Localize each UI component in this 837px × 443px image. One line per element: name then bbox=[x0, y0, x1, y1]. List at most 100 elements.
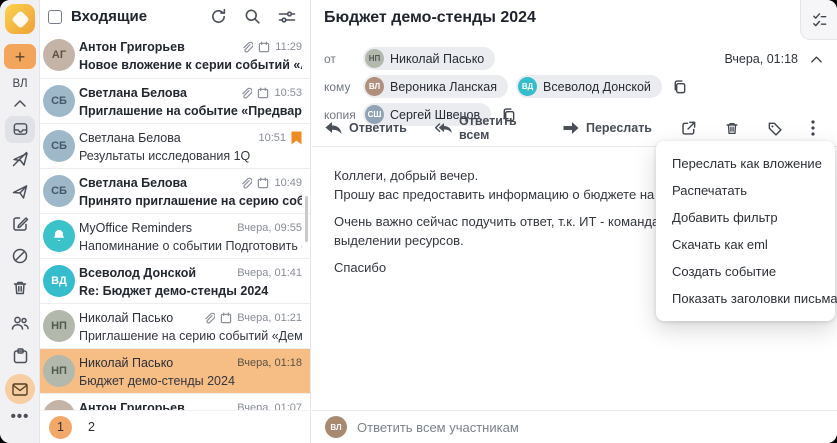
sender-name: Светлана Белова bbox=[79, 176, 187, 190]
avatar: СБ bbox=[43, 130, 75, 162]
message-time: Вчера, 01:41 bbox=[237, 267, 302, 279]
reply-button[interactable]: Ответить bbox=[325, 121, 407, 135]
sidebar-item-outbox[interactable] bbox=[0, 150, 40, 168]
message-time: Вчера, 01:07 bbox=[237, 402, 302, 410]
reply-icon bbox=[325, 121, 342, 134]
sender-name: MyOffice Reminders bbox=[79, 221, 192, 235]
menu-item-add-filter[interactable]: Добавить фильтр bbox=[656, 204, 835, 231]
pagination: 1 2 bbox=[40, 410, 310, 443]
flag-icon bbox=[291, 131, 302, 145]
to-label: кому bbox=[324, 79, 351, 94]
sidebar-item-drafts[interactable] bbox=[0, 215, 40, 233]
list-item[interactable]: АГ Антон Григорьев 11:29 Новое вложение … bbox=[40, 33, 310, 78]
list-item[interactable]: СБ Светлана Белова 10:51 Результаты иссл… bbox=[40, 123, 310, 168]
tag-icon[interactable] bbox=[767, 120, 784, 137]
message-date: Вчера, 01:18 bbox=[724, 52, 798, 66]
message-time: Вчера, 01:18 bbox=[237, 357, 302, 369]
sender-name: Антон Григорьев bbox=[79, 401, 185, 410]
sidebar-item-trash[interactable] bbox=[0, 279, 40, 297]
page-button-2[interactable]: 2 bbox=[88, 420, 95, 434]
sender-name: Николай Пасько bbox=[79, 356, 174, 370]
menu-item-show-headers[interactable]: Показать заголовки письма bbox=[656, 285, 837, 312]
collapse-message-icon[interactable] bbox=[810, 55, 823, 64]
app-rail: + ВЛ ••• bbox=[0, 0, 40, 443]
contact-chip-to[interactable]: ВД Всеволод Донской bbox=[516, 75, 662, 98]
from-label: от bbox=[324, 51, 336, 66]
page-button-1[interactable]: 1 bbox=[49, 415, 72, 439]
envelope-icon bbox=[12, 382, 28, 396]
folder-title: Входящие bbox=[71, 8, 148, 25]
forward-button[interactable]: Переслать bbox=[562, 121, 652, 135]
list-item[interactable]: СБ Светлана Белова 10:49 Принято приглаш… bbox=[40, 168, 310, 213]
list-item-selected[interactable]: НП Николай Пасько Вчера, 01:18 Бюджет де… bbox=[40, 348, 310, 393]
nav-contacts[interactable] bbox=[0, 314, 40, 332]
avatar: ВД bbox=[518, 77, 538, 96]
menu-item-print[interactable]: Распечатать bbox=[656, 177, 835, 204]
list-item[interactable]: MyOffice Reminders Вчера, 09:55 Напомина… bbox=[40, 213, 310, 258]
menu-item-create-event[interactable]: Создать событие bbox=[656, 258, 835, 285]
app-logo[interactable] bbox=[5, 4, 35, 34]
contact-name: Всеволод Донской bbox=[543, 79, 651, 94]
event-icon bbox=[221, 312, 232, 324]
avatar: СБ bbox=[43, 85, 75, 117]
avatar: СБ bbox=[43, 175, 75, 207]
blocked-icon bbox=[12, 248, 28, 264]
sidebar-item-sent[interactable] bbox=[0, 183, 40, 201]
tasks-panel-toggle[interactable] bbox=[800, 0, 837, 40]
message-time: 10:51 bbox=[258, 132, 286, 144]
list-item[interactable]: СБ Светлана Белова 10:53 Приглашение на … bbox=[40, 78, 310, 123]
message-subject: Re: Бюджет демо-стенды 2024 bbox=[79, 284, 269, 298]
message-date-block: Вчера, 01:18 bbox=[724, 52, 823, 66]
avatar: НП bbox=[365, 49, 384, 68]
copy-recipients-button[interactable] bbox=[672, 79, 687, 95]
delete-icon[interactable] bbox=[724, 120, 740, 137]
filter-settings-icon[interactable] bbox=[278, 9, 296, 25]
menu-item-download-eml[interactable]: Скачать как eml bbox=[656, 231, 835, 258]
open-in-new-icon[interactable] bbox=[680, 120, 697, 137]
myoffice-mail-logo-icon bbox=[10, 9, 30, 29]
sidebar-item-inbox[interactable] bbox=[0, 116, 40, 143]
more-actions-icon[interactable] bbox=[811, 120, 815, 136]
refresh-icon[interactable] bbox=[210, 8, 227, 25]
inbox-icon bbox=[13, 123, 27, 135]
avatar: ВД bbox=[43, 265, 75, 297]
account-initials[interactable]: ВЛ bbox=[0, 78, 40, 90]
message-rows: АГ Антон Григорьев 11:29 Новое вложение … bbox=[40, 33, 310, 410]
select-all-checkbox[interactable] bbox=[48, 9, 62, 24]
attachment-icon bbox=[205, 312, 216, 324]
contact-chip-to[interactable]: ВЛ Вероника Ланская bbox=[363, 75, 509, 98]
paper-plane-icon bbox=[12, 185, 28, 199]
message-title: Бюджет демо-стенды 2024 bbox=[324, 9, 536, 26]
sender-name: Всеволод Донской bbox=[79, 266, 197, 280]
nav-calendar[interactable] bbox=[0, 347, 40, 365]
compose-button[interactable]: + bbox=[4, 44, 36, 69]
message-time: Вчера, 01:21 bbox=[237, 312, 302, 324]
nav-more[interactable]: ••• bbox=[0, 408, 40, 425]
reply-all-button[interactable]: Ответить всем bbox=[434, 114, 534, 142]
list-item[interactable]: ВД Всеволод Донской Вчера, 01:41 Re: Бюд… bbox=[40, 258, 310, 303]
quick-reply-placeholder: Ответить всем участникам bbox=[357, 419, 519, 435]
collapse-folders-button[interactable] bbox=[0, 99, 40, 108]
list-header: Входящие bbox=[40, 0, 310, 33]
message-time: 10:49 bbox=[274, 177, 302, 189]
checklist-icon bbox=[812, 13, 826, 27]
nav-mail[interactable] bbox=[0, 374, 40, 404]
calendar-icon bbox=[13, 348, 27, 364]
search-icon[interactable] bbox=[244, 8, 261, 25]
trash-icon bbox=[13, 281, 27, 295]
avatar bbox=[43, 220, 75, 252]
quick-reply-field[interactable]: ВЛ Ответить всем участникам bbox=[312, 410, 837, 443]
contact-chip-from[interactable]: НП Николай Пасько bbox=[363, 47, 496, 70]
sender-name: Светлана Белова bbox=[79, 86, 187, 100]
attachment-icon bbox=[242, 177, 253, 189]
message-subject: Приглашение на серию событий «Демо стен.… bbox=[79, 329, 302, 343]
sidebar-item-spam[interactable] bbox=[0, 247, 40, 265]
list-item[interactable]: НП Николай Пасько Вчера, 01:21 Приглашен… bbox=[40, 303, 310, 348]
avatar: НП bbox=[43, 355, 75, 387]
copy-icon bbox=[674, 79, 686, 93]
contact-name: Вероника Ланская bbox=[390, 79, 498, 94]
menu-item-forward-as-attachment[interactable]: Переслать как вложение bbox=[656, 150, 835, 177]
list-item[interactable]: АГ Антон Григорьев Вчера, 01:07 bbox=[40, 393, 310, 410]
sender-name: Светлана Белова bbox=[79, 131, 181, 145]
list-scrollbar[interactable] bbox=[305, 196, 308, 242]
